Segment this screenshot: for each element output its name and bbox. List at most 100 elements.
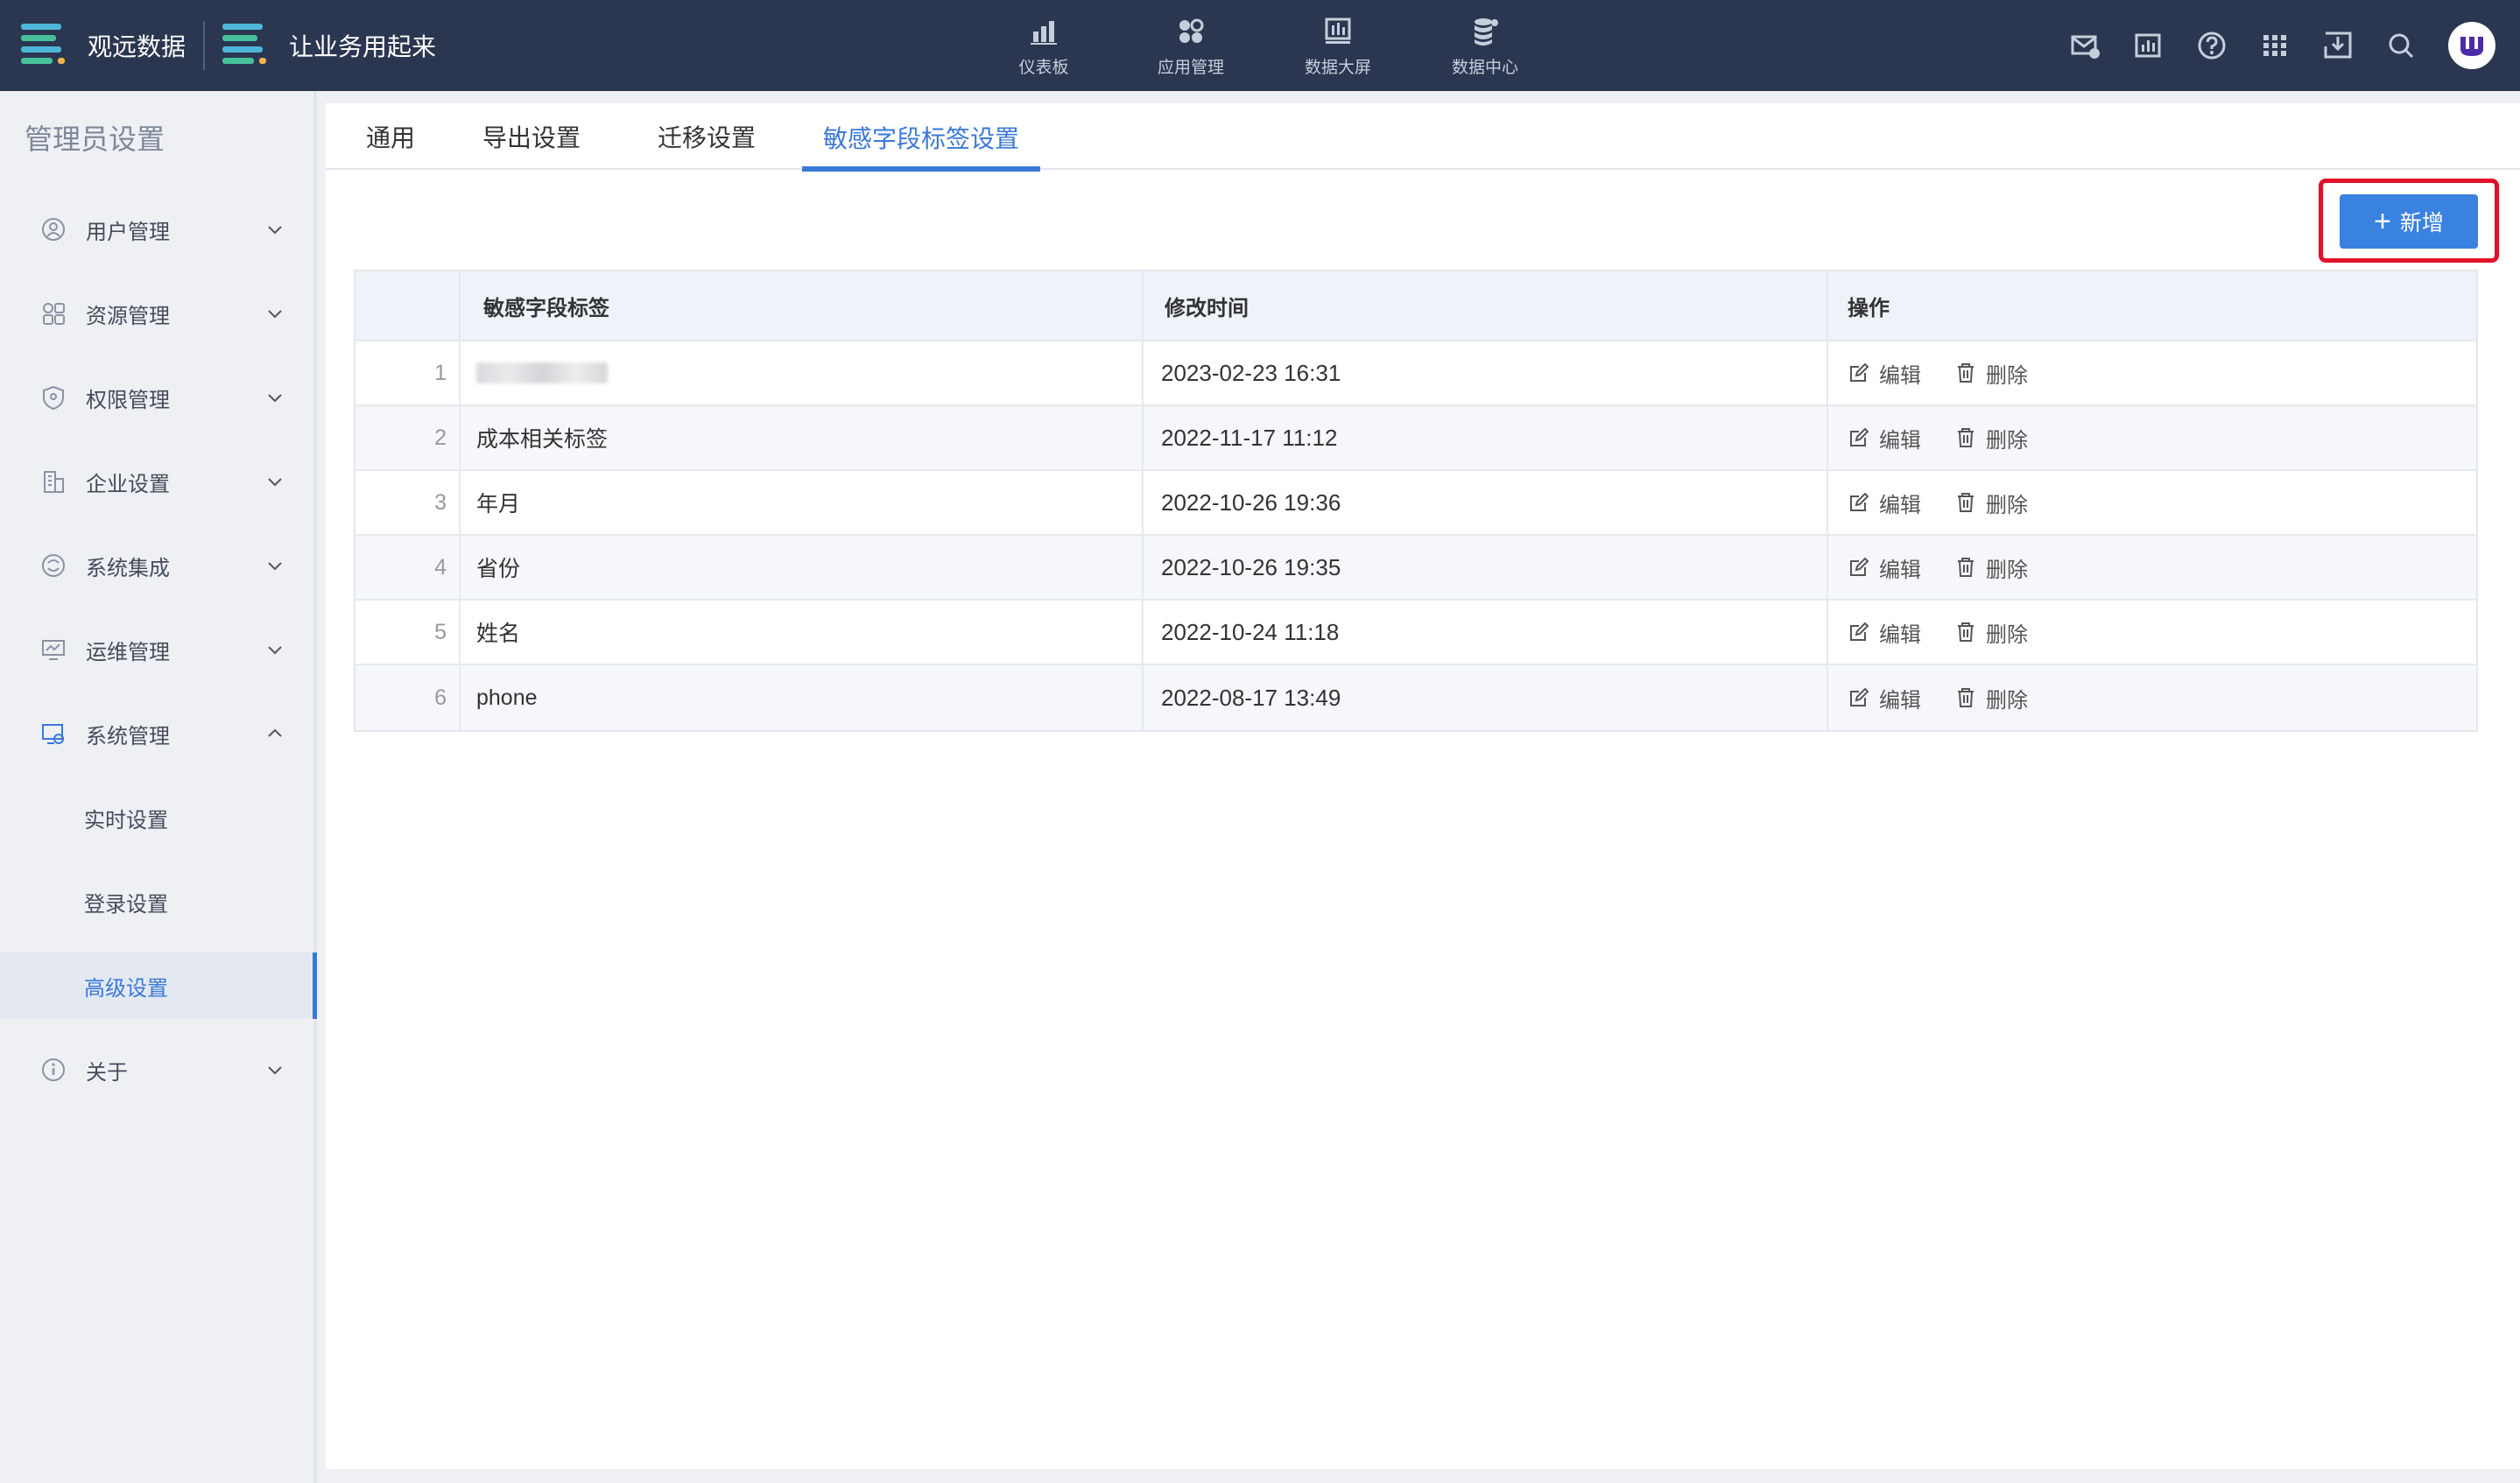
row-index: 5 <box>355 601 461 664</box>
sidebar-item-label: 系统管理 <box>86 724 170 749</box>
edit-icon <box>1850 687 1869 706</box>
sidebar-item-label: 权限管理 <box>86 388 170 412</box>
admin-sidebar: 管理员设置 用户管理 资源管理 权限管理 企业设置 系统集成 运维管理 系统管理… <box>0 91 317 1483</box>
integration-icon <box>42 554 65 577</box>
edit-button[interactable]: 编辑 <box>1848 358 1921 389</box>
delete-label: 删除 <box>1986 363 2028 388</box>
table-row: 3 年月 2022-10-26 19:36 编辑 删除 <box>355 471 2476 536</box>
brand-stack-icon <box>222 24 266 64</box>
sidebar-item-label: 企业设置 <box>86 472 170 496</box>
edit-label: 编辑 <box>1879 688 1921 713</box>
delete-button[interactable]: 删除 <box>1954 552 2028 583</box>
sidebar-item-system-integration[interactable]: 系统集成 <box>0 532 313 599</box>
edit-button[interactable]: 编辑 <box>1848 683 1921 713</box>
sidebar-item-resource-management[interactable]: 资源管理 <box>0 280 313 347</box>
row-index: 1 <box>355 341 461 404</box>
header-tag[interactable]: 敏感字段标签 <box>461 271 1144 340</box>
sidebar-item-enterprise-settings[interactable]: 企业设置 <box>0 448 313 515</box>
row-actions: 编辑 删除 <box>1828 536 2476 599</box>
app-launcher-button[interactable] <box>2243 0 2306 91</box>
delete-button[interactable]: 删除 <box>1954 358 2028 389</box>
tab-sensitive-field-tag-settings[interactable]: 敏感字段标签设置 <box>802 103 1040 172</box>
search-icon <box>2389 33 2414 59</box>
row-tag: 姓名 <box>461 601 1144 664</box>
add-button-label: 新增 <box>2399 211 2444 235</box>
sidebar-item-label: 关于 <box>86 1060 128 1085</box>
row-tag: phone <box>461 665 1144 730</box>
edit-icon <box>1850 557 1869 576</box>
delete-label: 删除 <box>1986 688 2028 713</box>
report-button[interactable] <box>2117 0 2180 91</box>
sensitive-tag-table: 敏感字段标签 修改时间 操作 1 2023-02-23 16:31 编辑 删除 … <box>354 270 2478 732</box>
table-row: 6 phone 2022-08-17 13:49 编辑 删除 <box>355 665 2476 730</box>
sidebar-item-system-management[interactable]: 系统管理 <box>0 700 313 767</box>
row-time: 2022-10-26 19:36 <box>1144 471 1828 534</box>
delete-button[interactable]: 删除 <box>1954 683 2028 713</box>
sidebar-subitem-login-settings[interactable]: 登录设置 <box>0 868 313 935</box>
brand-divider <box>203 21 205 70</box>
edit-button[interactable]: 编辑 <box>1848 488 1921 518</box>
user-avatar[interactable] <box>2448 22 2495 69</box>
resource-icon <box>43 303 65 325</box>
nav-label: 数据中心 <box>1451 58 1518 77</box>
nav-label: 应用管理 <box>1157 58 1224 77</box>
help-button[interactable] <box>2180 0 2243 91</box>
top-nav: 仪表板 应用管理 数据大屏 数据中心 <box>970 0 1559 91</box>
table-row: 1 2023-02-23 16:31 编辑 删除 <box>355 341 2476 406</box>
delete-button[interactable]: 删除 <box>1954 423 2028 453</box>
edit-button[interactable]: 编辑 <box>1848 617 1921 648</box>
edit-button[interactable]: 编辑 <box>1848 423 1921 453</box>
sidebar-item-user-management[interactable]: 用户管理 <box>0 196 313 263</box>
add-button[interactable]: + 新增 <box>2340 194 2478 249</box>
brand-logo-slogan[interactable]: 让业务用起来 <box>221 0 436 91</box>
row-actions: 编辑 删除 <box>1828 665 2476 730</box>
tab-general[interactable]: 通用 <box>347 103 434 170</box>
nav-app-management[interactable]: 应用管理 <box>1117 0 1264 91</box>
help-icon <box>2198 32 2226 60</box>
tab-export-settings[interactable]: 导出设置 <box>466 103 597 170</box>
sidebar-item-ops-management[interactable]: 运维管理 <box>0 616 313 683</box>
sidebar-item-label: 系统集成 <box>86 556 170 580</box>
report-icon <box>2135 33 2161 58</box>
brand-logo-guanyuan[interactable]: 观远数据 <box>19 0 186 91</box>
header-index <box>355 271 461 340</box>
sidebar-item-permission-management[interactable]: 权限管理 <box>0 364 313 431</box>
delete-label: 删除 <box>1986 493 2028 517</box>
plus-icon: + <box>2374 205 2391 238</box>
row-time: 2022-10-26 19:35 <box>1144 536 1828 599</box>
download-center-button[interactable] <box>2306 0 2369 91</box>
header-modified-time[interactable]: 修改时间 <box>1144 271 1828 340</box>
main-content: 通用 导出设置 迁移设置 敏感字段标签设置 + 新增 敏感字段标签 修改时间 操… <box>326 103 2520 1469</box>
chevron-down-icon <box>268 310 282 319</box>
sidebar-subitem-realtime-settings[interactable]: 实时设置 <box>0 784 313 851</box>
avatar-logo-icon <box>2460 37 2483 56</box>
chevron-down-icon <box>268 394 282 403</box>
row-tag: 成本相关标签 <box>461 406 1144 469</box>
delete-button[interactable]: 删除 <box>1954 488 2028 518</box>
row-time: 2022-11-17 11:12 <box>1144 406 1828 469</box>
edit-label: 编辑 <box>1879 622 1921 647</box>
chevron-down-icon <box>268 1066 282 1075</box>
search-button[interactable] <box>2369 0 2432 91</box>
chevron-up-icon <box>268 728 282 737</box>
edit-label: 编辑 <box>1879 558 1921 582</box>
trash-icon <box>1958 558 1974 577</box>
trash-icon <box>1958 493 1974 512</box>
edit-button[interactable]: 编辑 <box>1848 552 1921 583</box>
trash-icon <box>1958 622 1974 642</box>
table-row: 2 成本相关标签 2022-11-17 11:12 编辑 删除 <box>355 406 2476 471</box>
mail-settings-button[interactable] <box>2054 0 2117 91</box>
tab-migration-settings[interactable]: 迁移设置 <box>641 103 772 170</box>
sidebar-item-about[interactable]: 关于 <box>0 1037 313 1103</box>
sidebar-subitem-label: 实时设置 <box>84 808 168 833</box>
nav-big-screen[interactable]: 数据大屏 <box>1264 0 1411 91</box>
trash-icon <box>1958 428 1974 447</box>
nav-dashboard[interactable]: 仪表板 <box>970 0 1117 91</box>
apps-grid-icon <box>1179 18 1204 43</box>
edit-icon <box>1850 427 1869 446</box>
nav-data-center[interactable]: 数据中心 <box>1411 0 1559 91</box>
row-tag <box>461 341 1144 404</box>
sidebar-subitem-advanced-settings[interactable]: 高级设置 <box>0 952 317 1019</box>
delete-button[interactable]: 删除 <box>1954 617 2028 648</box>
chevron-down-icon <box>268 226 282 235</box>
